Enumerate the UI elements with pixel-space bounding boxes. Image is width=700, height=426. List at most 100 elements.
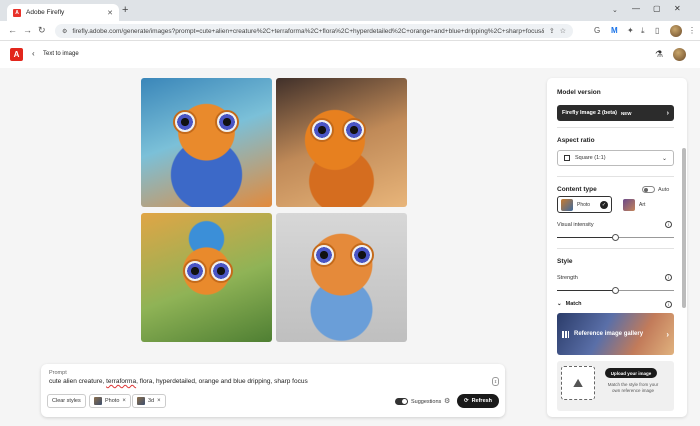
reference-image-gallery-button[interactable]: Reference image gallery › <box>557 313 674 355</box>
info-icon[interactable]: i <box>665 221 672 228</box>
remove-chip-icon[interactable]: × <box>122 398 126 404</box>
style-title: Style <box>557 258 573 265</box>
visual-intensity-knob[interactable] <box>612 234 619 241</box>
checkmark-icon: ✓ <box>600 200 608 209</box>
strength-label: Strength <box>557 275 578 281</box>
upload-image-button[interactable]: Upload your image <box>605 368 657 378</box>
close-window-icon[interactable]: ✕ <box>674 4 681 13</box>
back-arrow-icon[interactable]: ← <box>8 25 17 36</box>
grid-icon <box>562 330 569 338</box>
visual-intensity-label: Visual intensity <box>557 222 594 228</box>
tab-search-chevron-icon[interactable]: ⌄ <box>612 6 618 14</box>
close-tab-icon[interactable]: ✕ <box>107 9 113 17</box>
content-type-photo-label: Photo <box>577 201 591 208</box>
browser-tab[interactable]: A Adobe Firefly ✕ <box>7 4 119 21</box>
extensions-puzzle-icon[interactable]: ✦ <box>627 26 634 36</box>
creature-eye <box>310 118 334 142</box>
creature-eye <box>173 110 197 134</box>
chevron-right-icon: › <box>666 329 669 339</box>
content-type-art[interactable]: Art <box>619 196 674 213</box>
tab-title: Adobe Firefly <box>26 9 65 16</box>
settings-panel: Model version Firefly Image 2 (beta) NEW… <box>547 78 687 417</box>
new-tab-icon[interactable]: + <box>122 5 128 16</box>
app-header: A ‹ Text to image ⚗ <box>0 41 700 68</box>
visual-intensity-fill <box>557 237 616 238</box>
strength-fill <box>557 290 616 291</box>
browser-tab-bar: A Adobe Firefly ✕ + ⌄ — ▢ ✕ <box>0 0 700 21</box>
art-thumb-icon <box>623 198 635 211</box>
extension-m-icon[interactable]: M <box>611 26 618 36</box>
style-chip-photo[interactable]: Photo × <box>89 394 131 408</box>
user-avatar[interactable] <box>673 48 686 61</box>
bookmark-star-icon[interactable]: ☆ <box>560 27 566 35</box>
auto-label: Auto <box>658 187 670 193</box>
generated-image-3[interactable] <box>141 213 272 342</box>
strength-slider[interactable] <box>557 287 674 294</box>
browser-menu-icon[interactable]: ⋮ <box>688 26 696 36</box>
prompt-panel: Prompt cute alien creature, terraforma, … <box>41 364 505 417</box>
clear-styles-button[interactable]: Clear styles <box>47 394 86 408</box>
divider <box>557 127 674 128</box>
generated-image-2[interactable] <box>276 78 407 207</box>
clear-styles-label: Clear styles <box>52 398 81 404</box>
minimize-icon[interactable]: — <box>632 4 640 13</box>
match-label: Match <box>565 301 582 307</box>
side-panel-icon[interactable]: ▯ <box>655 26 659 36</box>
creature-eye <box>312 243 336 267</box>
chevron-down-icon: ⌄ <box>557 301 562 307</box>
upload-reference-area[interactable]: ⛰ Upload your image Match the style from… <box>557 361 674 411</box>
content-type-title: Content type <box>557 186 597 193</box>
url-text[interactable]: firefly.adobe.com/generate/images?prompt… <box>72 28 543 35</box>
style-chip-3d[interactable]: 3d × <box>132 394 166 408</box>
main-content: Prompt cute alien creature, terraforma, … <box>0 68 700 426</box>
suggestions-label: Suggestions <box>411 399 442 405</box>
site-info-icon[interactable]: ⚙ <box>62 28 67 35</box>
strength-knob[interactable] <box>612 287 619 294</box>
prompt-text-part: cute alien creature, <box>49 378 107 385</box>
chevron-right-icon: › <box>666 109 669 117</box>
photo-thumb-icon <box>561 198 573 211</box>
browser-toolbar: ← → ↻ ⚙ firefly.adobe.com/generate/image… <box>0 21 700 41</box>
creature-eye <box>350 243 374 267</box>
prompt-label: Prompt <box>49 370 67 376</box>
square-icon <box>564 155 570 161</box>
generated-image-1[interactable] <box>141 78 272 207</box>
refresh-label: Refresh <box>471 398 493 404</box>
flask-icon[interactable]: ⚗ <box>655 49 663 60</box>
chevron-left-icon[interactable]: ‹ <box>32 49 35 58</box>
refresh-icon: ⟳ <box>463 398 469 404</box>
upload-image-placeholder-icon[interactable]: ⛰ <box>561 366 595 400</box>
match-toggle[interactable]: ⌄ Match <box>557 301 582 307</box>
info-icon[interactable]: i <box>665 274 672 281</box>
share-icon[interactable]: ⇪ <box>549 27 555 35</box>
adobe-favicon-icon: A <box>13 8 21 17</box>
reload-icon[interactable]: ↻ <box>38 25 46 36</box>
google-translate-icon[interactable]: G <box>594 26 600 36</box>
prompt-expand-icon[interactable]: ⇕ <box>492 377 499 386</box>
forward-arrow-icon[interactable]: → <box>23 25 32 36</box>
address-bar[interactable]: ⚙ firefly.adobe.com/generate/images?prom… <box>55 24 573 38</box>
aspect-ratio-select[interactable]: Square (1:1) ⌄ <box>557 150 674 166</box>
back-to-text-to-image[interactable]: Text to image <box>43 51 79 57</box>
model-version-title: Model version <box>557 89 601 96</box>
visual-intensity-slider[interactable] <box>557 234 674 241</box>
generated-image-4[interactable] <box>276 213 407 342</box>
prompt-input[interactable]: cute alien creature, terraforma, flora, … <box>49 378 308 385</box>
adobe-logo[interactable]: A <box>10 48 23 61</box>
maximize-icon[interactable]: ▢ <box>653 4 661 13</box>
chip-label: Photo <box>105 398 120 404</box>
remove-chip-icon[interactable]: × <box>157 398 161 404</box>
auto-toggle[interactable] <box>642 186 655 193</box>
divider <box>557 176 674 177</box>
aspect-ratio-value: Square (1:1) <box>575 155 606 161</box>
upload-description: Match the style from your own reference … <box>607 382 659 393</box>
suggestions-toggle[interactable] <box>395 398 408 405</box>
refresh-button[interactable]: ⟳ Refresh <box>457 394 499 408</box>
browser-profile-avatar[interactable] <box>670 25 682 37</box>
model-version-button[interactable]: Firefly Image 2 (beta) NEW › <box>557 105 674 121</box>
info-icon[interactable]: i <box>665 301 672 308</box>
suggestions-settings-icon[interactable]: ⚙ <box>444 397 450 405</box>
panel-scrollbar[interactable] <box>682 148 686 308</box>
download-icon[interactable]: ⤓ <box>641 26 645 36</box>
content-type-photo[interactable]: Photo ✓ <box>557 196 612 213</box>
